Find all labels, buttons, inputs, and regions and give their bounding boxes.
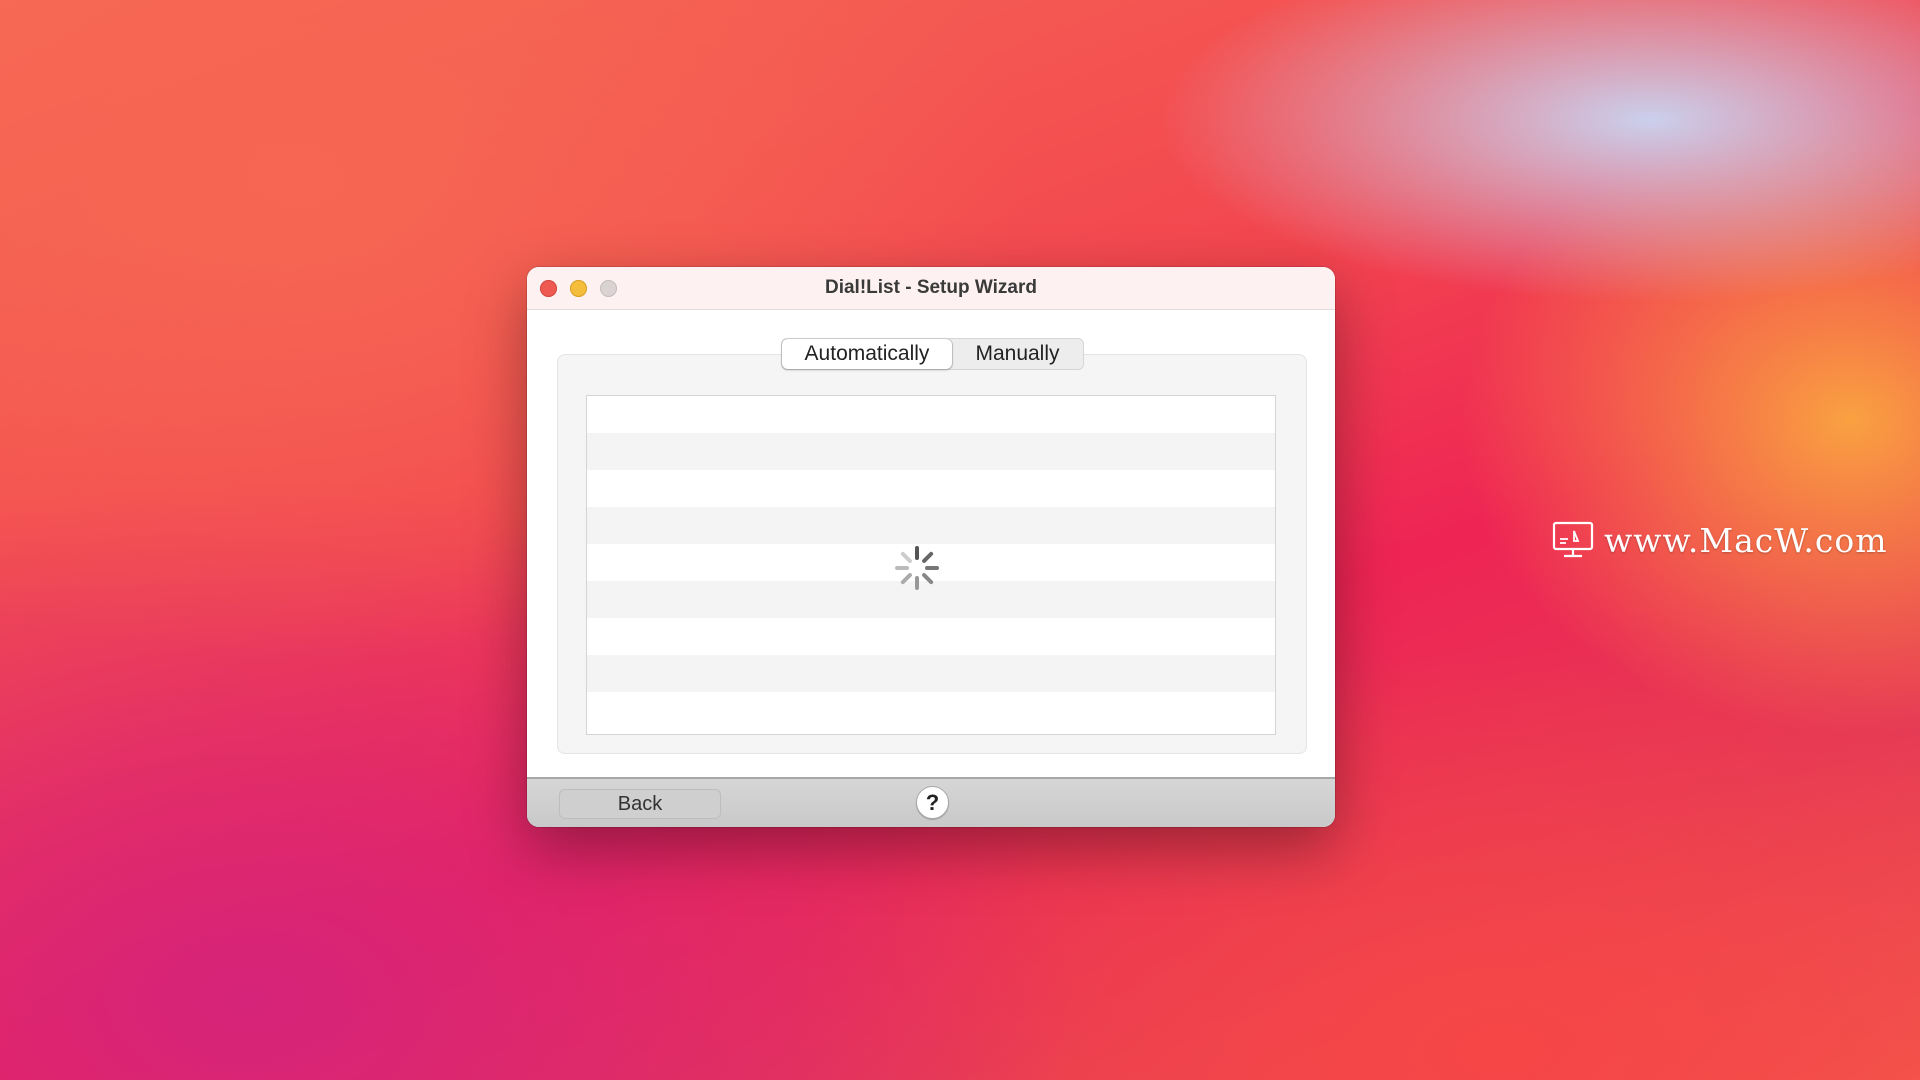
window-title: Dial!List - Setup Wizard [824, 277, 1037, 298]
list-row [587, 433, 1275, 470]
list-row [587, 396, 1275, 433]
tab-automatically[interactable]: Automatically [782, 339, 952, 369]
monitor-logo-icon [1552, 521, 1594, 558]
tab-manually[interactable]: Manually [952, 339, 1083, 369]
list-row [587, 470, 1275, 507]
list-row [587, 692, 1275, 729]
desktop-background: Dial!List - Setup Wizard Automatically M… [0, 0, 1920, 1080]
watermark: www.MacW.com [1552, 517, 1888, 563]
list-row [587, 507, 1275, 544]
wizard-footer: Back ? [527, 777, 1335, 827]
list-row [587, 655, 1275, 692]
spinner-icon [895, 546, 939, 590]
setup-wizard-window: Dial!List - Setup Wizard Automatically M… [527, 267, 1335, 827]
help-button[interactable]: ? [916, 786, 949, 819]
mode-segmented-control: Automatically Manually [781, 338, 1084, 370]
list-row [587, 618, 1275, 655]
back-button[interactable]: Back [559, 789, 721, 819]
title-bar[interactable]: Dial!List - Setup Wizard [527, 267, 1335, 310]
watermark-text: www.MacW.com [1604, 520, 1888, 560]
